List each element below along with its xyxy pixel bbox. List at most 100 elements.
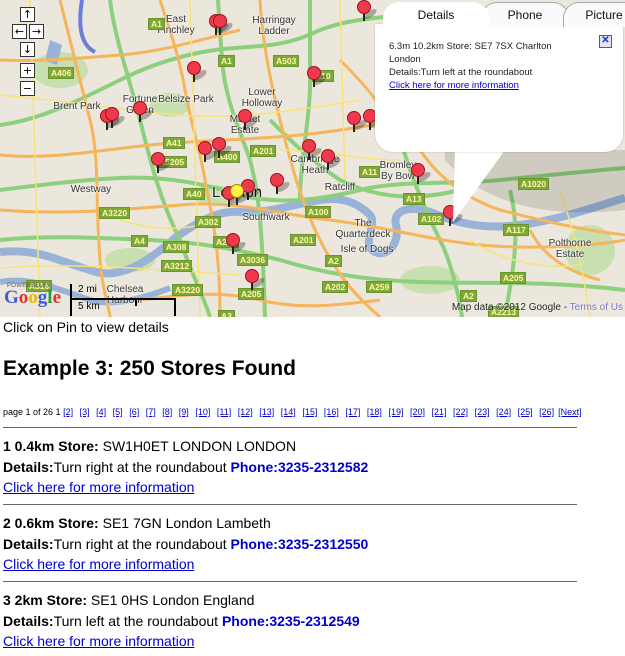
map-pin[interactable] — [238, 109, 261, 131]
page-link[interactable]: [17] — [345, 407, 360, 417]
road-shield: A406 — [48, 67, 75, 79]
page-link[interactable]: [20] — [410, 407, 425, 417]
page-link[interactable]: [8] — [162, 407, 172, 417]
page-link[interactable]: [18] — [367, 407, 382, 417]
map-pin-icon — [245, 269, 259, 283]
page-link[interactable]: [15] — [302, 407, 317, 417]
store-directions: Turn left at the roundabout — [53, 612, 222, 629]
map-pin-icon — [226, 233, 240, 247]
divider — [3, 427, 577, 428]
map-pin[interactable] — [357, 0, 380, 22]
map-pin-icon — [212, 137, 226, 151]
store-item: 1 0.4km Store: SW1H0ET LONDON LONDON Det… — [3, 436, 368, 498]
map-place-label: Brent Park — [53, 101, 101, 112]
info-store-line: 6.3m 10.2km Store: SE7 7SX Charlton — [389, 41, 552, 52]
page-link[interactable]: [25] — [518, 407, 533, 417]
page-link[interactable]: [10] — [195, 407, 210, 417]
page-link[interactable]: [3] — [80, 407, 90, 417]
map-pin-icon — [230, 184, 244, 198]
tab-phone[interactable]: Phone — [481, 2, 569, 27]
map-pin[interactable] — [133, 101, 156, 123]
map-pin-icon — [133, 101, 147, 115]
next-page-link[interactable]: [Next] — [558, 407, 582, 417]
scale-tick — [174, 298, 176, 316]
zoom-out-button[interactable]: − — [20, 81, 35, 96]
road-shield: A503 — [273, 55, 300, 67]
map-scale-bar: 2 mi 5 km — [70, 284, 178, 316]
road-shield: A2 — [460, 290, 477, 302]
map-caption: Click on Pin to view details — [3, 319, 169, 335]
zoom-in-button[interactable]: + — [20, 63, 35, 78]
page-link[interactable]: [11] — [217, 407, 231, 417]
store-item: 2 0.6km Store: SE1 7GN London Lambeth De… — [3, 513, 368, 575]
map-pin[interactable] — [321, 149, 344, 171]
scale-tick — [70, 284, 72, 316]
page-link[interactable]: [22] — [453, 407, 468, 417]
page-link[interactable]: [4] — [96, 407, 106, 417]
store-more-info-link[interactable]: Click here for more information — [3, 556, 194, 572]
road-shield: A3 — [218, 310, 235, 317]
page-link[interactable]: [12] — [238, 407, 253, 417]
details-label: Details: — [3, 612, 54, 629]
page-link[interactable]: [23] — [475, 407, 490, 417]
map-pin-icon — [307, 66, 321, 80]
road-shield: A100 — [305, 206, 332, 218]
page-link[interactable]: [5] — [113, 407, 123, 417]
map-pin-icon — [357, 0, 371, 14]
road-shield: A205 — [500, 272, 527, 284]
page-link[interactable]: [19] — [388, 407, 403, 417]
page-link[interactable]: [9] — [179, 407, 189, 417]
map-pin-icon — [270, 173, 284, 187]
road-shield: A41 — [163, 137, 185, 149]
page-link[interactable]: [2] — [63, 407, 73, 417]
map-pin[interactable] — [198, 141, 221, 163]
map-pin[interactable] — [307, 66, 330, 88]
page-title: Example 3: 250 Stores Found — [3, 357, 296, 380]
info-more-link[interactable]: Click here for more information — [389, 80, 519, 91]
map-pin[interactable] — [187, 61, 210, 83]
map-pin[interactable] — [105, 107, 128, 129]
store-more-info-link[interactable]: Click here for more information — [3, 479, 194, 495]
scale-miles-label: 2 mi — [78, 284, 97, 295]
terms-of-use-link[interactable]: Terms of Us — [570, 302, 623, 313]
map-pin-icon — [198, 141, 212, 155]
store-phone: Phone:3235-2312582 — [230, 458, 369, 475]
map-pin-selected[interactable] — [230, 184, 253, 206]
road-shield: A40 — [183, 188, 205, 200]
store-more-info-link[interactable]: Click here for more information — [3, 633, 194, 649]
map-pin[interactable] — [302, 139, 325, 161]
tab-picture[interactable]: Picture — [563, 2, 625, 27]
map-pin[interactable] — [347, 111, 370, 133]
pan-left-button[interactable]: ← — [12, 24, 27, 39]
map-pin[interactable] — [212, 137, 235, 159]
page-link[interactable]: [14] — [281, 407, 296, 417]
store-directions: Turn right at the roundabout — [53, 458, 231, 475]
store-address: SE1 0HS London England — [87, 592, 255, 608]
map-pin[interactable] — [226, 233, 249, 255]
map-pin-icon — [105, 107, 119, 121]
pan-down-button[interactable]: ↓ — [20, 42, 35, 57]
map[interactable]: East Finchley Harringay Ladder Brent Park F… — [0, 0, 625, 317]
page-link[interactable]: [7] — [146, 407, 156, 417]
tab-details[interactable]: Details — [383, 2, 489, 27]
page-link[interactable]: [24] — [496, 407, 511, 417]
map-pin-icon — [187, 61, 201, 75]
map-pin[interactable] — [270, 173, 293, 195]
google-logo[interactable]: POWERED BY Google — [4, 283, 61, 308]
info-store-details: Details:Turn left at the roundabout — [389, 67, 533, 78]
details-label: Details: — [3, 535, 54, 552]
map-pin-icon — [347, 111, 361, 125]
map-pin[interactable] — [151, 152, 174, 174]
map-place-label: Harringay Ladder — [252, 15, 296, 37]
road-shield: A3212 — [161, 260, 193, 272]
scale-line — [70, 298, 176, 300]
pan-up-button[interactable]: ↑ — [20, 7, 35, 22]
page-link[interactable]: [16] — [324, 407, 339, 417]
page-link[interactable]: [13] — [259, 407, 274, 417]
page-link[interactable]: [26] — [539, 407, 554, 417]
map-pin[interactable] — [245, 269, 268, 291]
page-link[interactable]: [6] — [129, 407, 139, 417]
page-link[interactable]: [21] — [432, 407, 447, 417]
map-pin[interactable] — [213, 14, 236, 36]
pan-right-button[interactable]: → — [29, 24, 44, 39]
